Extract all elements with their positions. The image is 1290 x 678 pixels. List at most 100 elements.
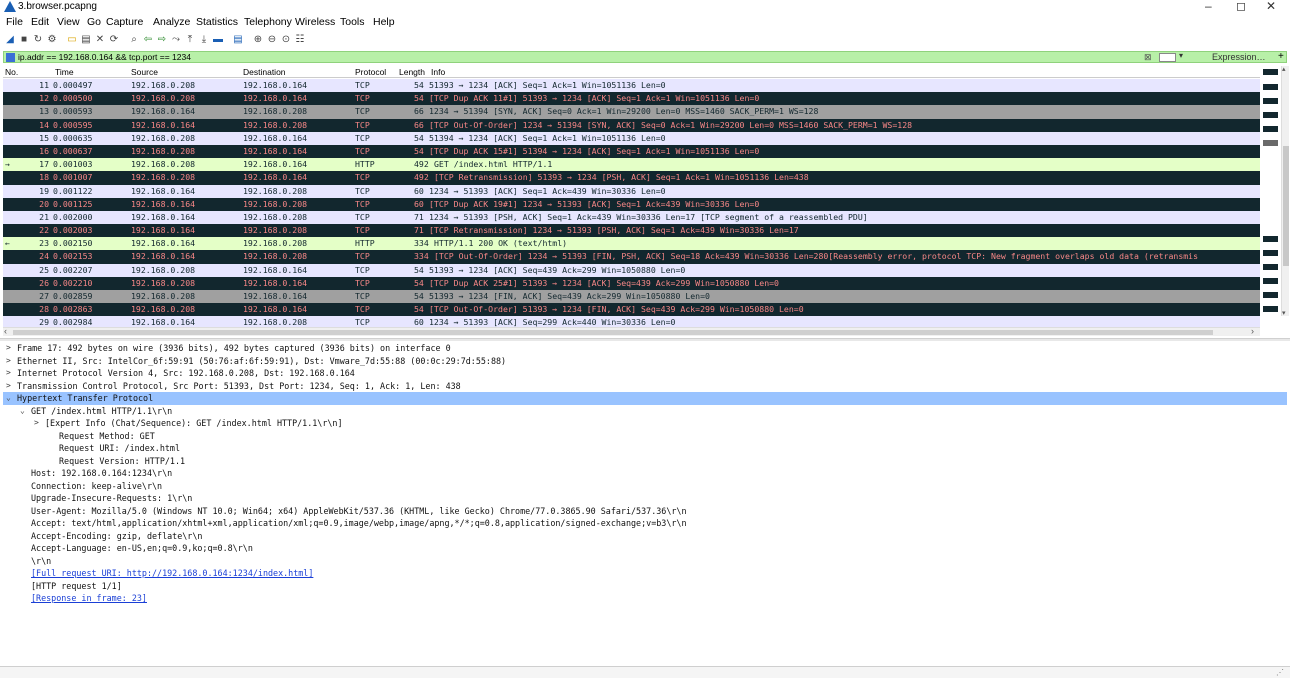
zoom-normal-icon[interactable]: ⊙ <box>280 34 292 46</box>
detail-line[interactable]: [HTTP request 1/1] <box>3 580 1287 593</box>
scroll-up-icon[interactable]: ▴ <box>1282 66 1286 74</box>
packet-row[interactable]: 14 0.000595 192.168.0.164 192.168.0.208 TCP 6… <box>3 118 1260 132</box>
restart-icon[interactable]: ↻ <box>32 34 44 46</box>
resize-columns-icon[interactable]: ☷ <box>294 34 306 46</box>
save-icon[interactable]: ▤ <box>80 34 92 46</box>
menu-statistics[interactable]: Statistics <box>196 16 238 29</box>
bookmark-icon[interactable] <box>6 53 15 62</box>
packet-row[interactable]: 12 0.000500 192.168.0.208 192.168.0.164 TCP 5… <box>3 92 1260 106</box>
menu-capture[interactable]: Capture <box>106 16 143 29</box>
col-length[interactable]: Length <box>399 66 425 78</box>
detail-line[interactable]: ⌄ Hypertext Transfer Protocol <box>3 392 1287 405</box>
forward-icon[interactable]: ⇨ <box>156 34 168 46</box>
detail-line[interactable]: Request URI: /index.html <box>3 442 1287 455</box>
packet-row[interactable]: → 17 0.001003 192.168.0.208 192.168.0.164 HTT… <box>3 158 1260 172</box>
detail-line[interactable]: > [Expert Info (Chat/Sequence): GET /inde… <box>3 417 1287 430</box>
scroll-right-icon[interactable]: › <box>1251 326 1254 336</box>
open-icon[interactable]: ▭ <box>66 34 78 46</box>
menu-help[interactable]: Help <box>373 16 395 29</box>
first-icon[interactable]: ⤒ <box>184 34 196 46</box>
detail-line[interactable]: > Ethernet II, Src: IntelCor_6f:59:91 (50… <box>3 355 1287 368</box>
menu-analyze[interactable]: Analyze <box>153 16 190 29</box>
packet-row[interactable]: 22 0.002003 192.168.0.164 192.168.0.208 TCP 7… <box>3 224 1260 238</box>
minimize-button[interactable]: – <box>1205 0 1212 13</box>
back-icon[interactable]: ⇦ <box>142 34 154 46</box>
display-filter-input[interactable]: ip.addr == 192.168.0.164 && tcp.port == … <box>18 52 191 63</box>
expand-arrow-icon[interactable]: > <box>34 417 39 430</box>
packet-minimap[interactable] <box>1261 66 1280 316</box>
detail-line[interactable]: [Response in frame: 23] <box>3 592 1287 605</box>
menu-view[interactable]: View <box>57 16 80 29</box>
detail-line[interactable]: > Transmission Control Protocol, Src Port… <box>3 380 1287 393</box>
packet-row[interactable]: 21 0.002000 192.168.0.164 192.168.0.208 TCP 7… <box>3 210 1260 225</box>
packet-row[interactable]: 26 0.002210 192.168.0.208 192.168.0.164 TCP 5… <box>3 276 1260 290</box>
packet-row[interactable]: 11 0.000497 192.168.0.208 192.168.0.164 TCP 5… <box>3 79 1260 93</box>
menu-tools[interactable]: Tools <box>340 16 365 29</box>
packet-row[interactable]: 18 0.001007 192.168.0.208 192.168.0.164 TCP 4… <box>3 171 1260 185</box>
packet-row[interactable]: 24 0.002153 192.168.0.164 192.168.0.208 TCP 3… <box>3 250 1260 264</box>
reload-icon[interactable]: ⟳ <box>108 34 120 46</box>
detail-line[interactable]: Accept-Language: en-US,en;q=0.9,ko;q=0.8… <box>3 542 1287 555</box>
menu-wireless[interactable]: Wireless <box>295 16 335 29</box>
packet-row[interactable]: 20 0.001125 192.168.0.164 192.168.0.208 TCP 6… <box>3 197 1260 211</box>
shark-fin-icon[interactable]: ◢ <box>4 34 16 46</box>
packet-row[interactable]: 28 0.002863 192.168.0.208 192.168.0.164 TCP 5… <box>3 303 1260 317</box>
scroll-left-icon[interactable]: ‹ <box>4 326 7 336</box>
stop-icon[interactable]: ■ <box>18 34 30 46</box>
detail-link[interactable]: [Response in frame: 23] <box>31 592 147 605</box>
col-time[interactable]: Time <box>55 66 74 78</box>
pane-splitter[interactable] <box>0 338 1290 341</box>
menu-go[interactable]: Go <box>87 16 101 29</box>
packet-row[interactable]: 13 0.000593 192.168.0.164 192.168.0.208 TCP 6… <box>3 105 1260 119</box>
collapse-arrow-icon[interactable]: ⌄ <box>6 392 11 405</box>
menu-telephony[interactable]: Telephony <box>244 16 292 29</box>
add-filter-button[interactable]: + <box>1278 51 1284 63</box>
expression-button[interactable]: Expression… <box>1212 51 1266 63</box>
apply-filter-button[interactable] <box>1159 53 1176 62</box>
packet-row[interactable]: 29 0.002984 192.168.0.164 192.168.0.208 TCP 6… <box>3 316 1260 327</box>
detail-line[interactable]: Accept-Encoding: gzip, deflate\r\n <box>3 530 1287 543</box>
detail-line[interactable]: Upgrade-Insecure-Requests: 1\r\n <box>3 492 1287 505</box>
autoscroll-icon[interactable]: ▬ <box>212 34 224 46</box>
expand-arrow-icon[interactable]: > <box>6 355 11 368</box>
col-protocol[interactable]: Protocol <box>355 66 386 78</box>
menu-file[interactable]: File <box>6 16 23 29</box>
clear-filter-icon[interactable]: ⊠ <box>1144 52 1152 62</box>
filter-history-dropdown[interactable]: ▾ <box>1179 51 1183 60</box>
detail-line[interactable]: Connection: keep-alive\r\n <box>3 480 1287 493</box>
col-source[interactable]: Source <box>131 66 158 78</box>
close-file-icon[interactable]: ✕ <box>94 34 106 46</box>
packet-row[interactable]: ← 23 0.002150 192.168.0.164 192.168.0.208 HTT… <box>3 237 1260 251</box>
find-icon[interactable]: ⌕ <box>128 34 140 46</box>
zoom-in-icon[interactable]: ⊕ <box>252 34 264 46</box>
detail-line[interactable]: User-Agent: Mozilla/5.0 (Windows NT 10.0… <box>3 505 1287 518</box>
packet-row[interactable]: 25 0.002207 192.168.0.208 192.168.0.164 TCP 5… <box>3 263 1260 277</box>
detail-link[interactable]: [Full request URI: http://192.168.0.164:… <box>31 567 313 580</box>
detail-line[interactable]: \r\n <box>3 555 1287 568</box>
close-button[interactable]: ✕ <box>1266 0 1276 13</box>
col-no[interactable]: No. <box>5 66 18 78</box>
options-icon[interactable]: ⚙ <box>46 34 58 46</box>
expand-arrow-icon[interactable]: > <box>6 342 11 355</box>
detail-line[interactable]: ⌄ GET /index.html HTTP/1.1\r\n <box>3 405 1287 418</box>
hscroll-thumb[interactable] <box>13 330 1213 335</box>
resize-grip-icon[interactable]: ⋰ <box>1276 668 1284 677</box>
expand-arrow-icon[interactable]: > <box>6 367 11 380</box>
packet-row[interactable]: 19 0.001122 192.168.0.164 192.168.0.208 TCP 6… <box>3 184 1260 198</box>
packet-row[interactable]: 27 0.002859 192.168.0.208 192.168.0.164 TCP 5… <box>3 290 1260 304</box>
detail-line[interactable]: Host: 192.168.0.164:1234\r\n <box>3 467 1287 480</box>
maximize-button[interactable]: ◻ <box>1236 0 1246 13</box>
scroll-thumb[interactable] <box>1283 146 1289 266</box>
detail-line[interactable]: > Frame 17: 492 bytes on wire (3936 bits)… <box>3 342 1287 355</box>
packet-list-hscroll[interactable]: ‹ › <box>3 326 1260 336</box>
detail-line[interactable]: Request Method: GET <box>3 430 1287 443</box>
collapse-arrow-icon[interactable]: ⌄ <box>20 405 25 418</box>
detail-line[interactable]: > Internet Protocol Version 4, Src: 192.1… <box>3 367 1287 380</box>
detail-line[interactable]: Request Version: HTTP/1.1 <box>3 455 1287 468</box>
menu-edit[interactable]: Edit <box>31 16 49 29</box>
colorize-icon[interactable]: ▤ <box>232 34 244 46</box>
col-destination[interactable]: Destination <box>243 66 286 78</box>
packet-row[interactable]: 15 0.000635 192.168.0.208 192.168.0.164 TCP 5… <box>3 131 1260 145</box>
detail-line[interactable]: [Full request URI: http://192.168.0.164:… <box>3 567 1287 580</box>
zoom-out-icon[interactable]: ⊖ <box>266 34 278 46</box>
